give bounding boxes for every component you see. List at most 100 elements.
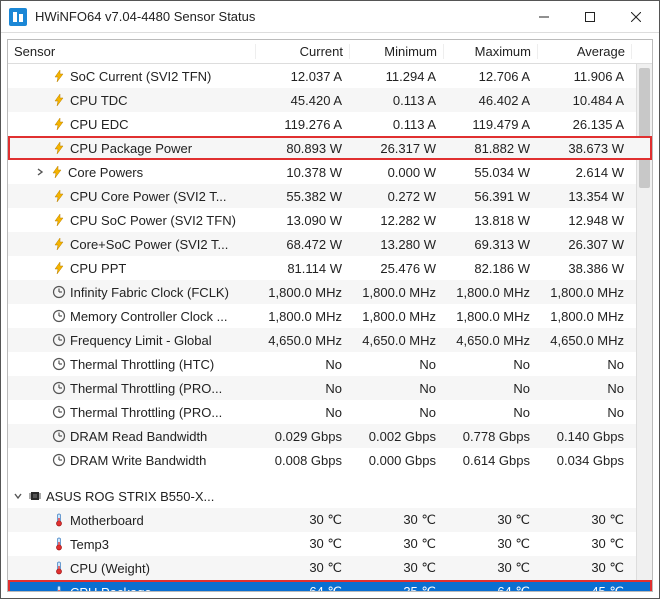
sensor-row[interactable]: Thermal Throttling (HTC)NoNoNoNo xyxy=(8,352,652,376)
sensor-value-avg: No xyxy=(538,405,632,420)
sensor-value-current: 30 ℃ xyxy=(256,512,350,528)
content-area: Sensor Current Minimum Maximum Average S… xyxy=(1,33,659,598)
sensor-value-current: 30 ℃ xyxy=(256,560,350,576)
sensor-value-max: 55.034 W xyxy=(444,165,538,180)
spacer-row xyxy=(8,472,652,484)
column-header-average[interactable]: Average xyxy=(538,44,632,59)
sensor-value-current: No xyxy=(256,357,350,372)
sensor-row[interactable]: CPU SoC Power (SVI2 TFN)13.090 W12.282 W… xyxy=(8,208,652,232)
clock-icon xyxy=(52,357,66,371)
sensor-row[interactable]: Thermal Throttling (PRO...NoNoNoNo xyxy=(8,376,652,400)
sensor-value-current: No xyxy=(256,405,350,420)
sensor-row[interactable]: Infinity Fabric Clock (FCLK)1,800.0 MHz1… xyxy=(8,280,652,304)
sensor-name-cell: CPU Package xyxy=(8,585,256,593)
sensor-value-avg: 0.140 Gbps xyxy=(538,429,632,444)
sensor-value-max: 69.313 W xyxy=(444,237,538,252)
sensor-name-cell: Memory Controller Clock ... xyxy=(8,309,256,324)
sensor-value-avg: 10.484 A xyxy=(538,93,632,108)
close-button[interactable] xyxy=(613,1,659,33)
sensor-name-cell: CPU (Weight) xyxy=(8,561,256,576)
sensor-label: Core+SoC Power (SVI2 T... xyxy=(70,237,228,252)
sensor-name-cell: Motherboard xyxy=(8,513,256,528)
sensor-value-max: No xyxy=(444,357,538,372)
sensor-label: Thermal Throttling (HTC) xyxy=(70,357,214,372)
chip-icon xyxy=(28,489,42,503)
clock-icon xyxy=(52,381,66,395)
thermo-icon xyxy=(52,561,66,575)
sensor-value-min: 0.113 A xyxy=(350,93,444,108)
sensor-row[interactable]: CPU Package Power80.893 W26.317 W81.882 … xyxy=(8,136,652,160)
sensor-value-avg: 30 ℃ xyxy=(538,512,632,528)
column-header-current[interactable]: Current xyxy=(256,44,350,59)
bolt-icon xyxy=(52,261,66,275)
sensor-label: Infinity Fabric Clock (FCLK) xyxy=(70,285,229,300)
sensor-row[interactable]: Motherboard30 ℃30 ℃30 ℃30 ℃ xyxy=(8,508,652,532)
sensor-value-min: 0.113 A xyxy=(350,117,444,132)
minimize-button[interactable] xyxy=(521,1,567,33)
sensor-value-min: 35 ℃ xyxy=(350,584,444,592)
sensor-value-max: 1,800.0 MHz xyxy=(444,309,538,324)
sensor-value-max: 56.391 W xyxy=(444,189,538,204)
sensor-name-cell: CPU Package Power xyxy=(8,141,256,156)
sensor-row[interactable]: CPU Core Power (SVI2 T...55.382 W0.272 W… xyxy=(8,184,652,208)
sensor-value-max: 13.818 W xyxy=(444,213,538,228)
sensor-name-cell: DRAM Write Bandwidth xyxy=(8,453,256,468)
sensor-value-min: 13.280 W xyxy=(350,237,444,252)
column-header-maximum[interactable]: Maximum xyxy=(444,44,538,59)
sensor-row[interactable]: CPU Package64 ℃35 ℃64 ℃45 ℃ xyxy=(8,580,652,592)
sensor-name-cell: Temp3 xyxy=(8,537,256,552)
clock-icon xyxy=(52,285,66,299)
sensor-label: CPU TDC xyxy=(70,93,128,108)
sensor-row[interactable]: CPU PPT81.114 W25.476 W82.186 W38.386 W xyxy=(8,256,652,280)
bolt-icon xyxy=(52,69,66,83)
scrollbar-thumb[interactable] xyxy=(639,68,650,188)
app-icon xyxy=(9,8,27,26)
sensor-row[interactable]: CPU (Weight)30 ℃30 ℃30 ℃30 ℃ xyxy=(8,556,652,580)
clock-icon xyxy=(52,309,66,323)
sensor-row[interactable]: Thermal Throttling (PRO...NoNoNoNo xyxy=(8,400,652,424)
sensor-row[interactable]: CPU EDC119.276 A0.113 A119.479 A26.135 A xyxy=(8,112,652,136)
sensor-name-cell: Thermal Throttling (HTC) xyxy=(8,357,256,372)
sensor-value-max: 46.402 A xyxy=(444,93,538,108)
sensor-row[interactable]: Core+SoC Power (SVI2 T...68.472 W13.280 … xyxy=(8,232,652,256)
sensor-label: Thermal Throttling (PRO... xyxy=(70,405,222,420)
sensor-value-max: 30 ℃ xyxy=(444,512,538,528)
maximize-button[interactable] xyxy=(567,1,613,33)
sensor-value-max: No xyxy=(444,405,538,420)
column-header-minimum[interactable]: Minimum xyxy=(350,44,444,59)
sensor-row[interactable]: Memory Controller Clock ... 1,800.0 MHz 1,… xyxy=(8,304,652,328)
chevron-down-icon[interactable] xyxy=(12,490,24,502)
sensor-value-current: 1,800.0 MHz xyxy=(256,309,350,324)
sensor-value-avg: 38.673 W xyxy=(538,141,632,156)
sensor-name-cell: Thermal Throttling (PRO... xyxy=(8,381,256,396)
sensor-label: Frequency Limit - Global xyxy=(70,333,212,348)
sensor-label: CPU SoC Power (SVI2 TFN) xyxy=(70,213,236,228)
sensor-row[interactable]: Temp330 ℃30 ℃30 ℃30 ℃ xyxy=(8,532,652,556)
sensor-name-cell: ASUS ROG STRIX B550-X... xyxy=(8,489,256,504)
sensor-value-max: 64 ℃ xyxy=(444,584,538,592)
sensor-label: DRAM Read Bandwidth xyxy=(70,429,207,444)
sensor-label: Memory Controller Clock ... xyxy=(70,309,227,324)
column-header-sensor[interactable]: Sensor xyxy=(8,44,256,59)
sensor-value-min: No xyxy=(350,381,444,396)
sensor-row[interactable]: DRAM Write Bandwidth0.008 Gbps0.000 Gbps… xyxy=(8,448,652,472)
sensor-value-max: 82.186 W xyxy=(444,261,538,276)
sensor-row[interactable]: CPU TDC45.420 A0.113 A46.402 A10.484 A xyxy=(8,88,652,112)
bolt-icon xyxy=(52,213,66,227)
sensor-label: DRAM Write Bandwidth xyxy=(70,453,206,468)
window-title: HWiNFO64 v7.04-4480 Sensor Status xyxy=(35,9,521,24)
sensor-value-current: 13.090 W xyxy=(256,213,350,228)
sensor-value-avg: 26.307 W xyxy=(538,237,632,252)
chevron-right-icon[interactable] xyxy=(34,166,46,178)
sensor-row[interactable]: Core Powers10.378 W0.000 W55.034 W2.614 … xyxy=(8,160,652,184)
sensor-name-cell: CPU SoC Power (SVI2 TFN) xyxy=(8,213,256,228)
sensor-label: Temp3 xyxy=(70,537,109,552)
sensor-row[interactable]: SoC Current (SVI2 TFN)12.037 A11.294 A12… xyxy=(8,64,652,88)
sensor-group-row[interactable]: ASUS ROG STRIX B550-X... xyxy=(8,484,652,508)
sensor-row[interactable]: DRAM Read Bandwidth0.029 Gbps0.002 Gbps0… xyxy=(8,424,652,448)
sensor-value-current: 0.029 Gbps xyxy=(256,429,350,444)
sensor-row[interactable]: Frequency Limit - Global4,650.0 MHz4,650… xyxy=(8,328,652,352)
sensor-value-current: 64 ℃ xyxy=(256,584,350,592)
clock-icon xyxy=(52,405,66,419)
sensor-table: Sensor Current Minimum Maximum Average S… xyxy=(7,39,653,592)
